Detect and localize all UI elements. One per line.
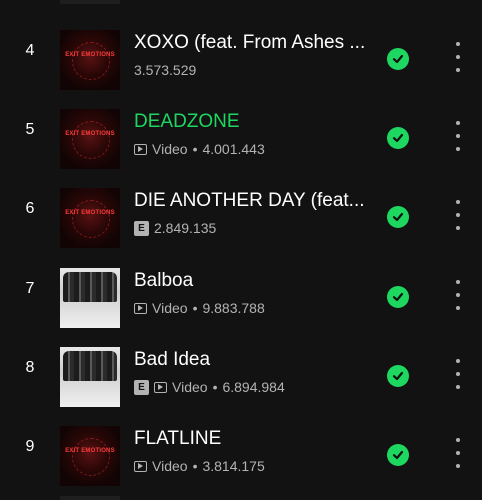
more-options-icon[interactable] — [452, 438, 464, 468]
video-icon — [134, 302, 147, 314]
meta-separator: • — [212, 379, 218, 395]
album-art — [60, 347, 120, 407]
next-track-art-edge — [60, 496, 120, 500]
track-row[interactable]: 6 EXIT EMOTIONS DIE ANOTHER DAY (feat...… — [0, 170, 482, 250]
track-number: 5 — [25, 121, 35, 138]
band-photo — [63, 351, 117, 381]
more-options-icon[interactable] — [452, 42, 464, 72]
downloaded-check-icon[interactable] — [387, 48, 409, 70]
downloaded-check-icon[interactable] — [387, 286, 409, 308]
play-count: 3.573.529 — [134, 62, 197, 78]
more-options-icon[interactable] — [452, 200, 464, 230]
downloaded-check-icon[interactable] — [387, 206, 409, 228]
track-row[interactable]: 9 EXIT EMOTIONS FLATLINE Video • 3.814.1… — [0, 408, 482, 488]
play-count: 4.001.443 — [202, 141, 265, 157]
previous-track-art-edge — [60, 0, 120, 4]
track-meta: Video • 3.814.175 — [134, 458, 265, 474]
track-number: 4 — [25, 42, 35, 59]
album-art: EXIT EMOTIONS — [60, 109, 120, 169]
band-photo — [63, 272, 117, 302]
track-meta: Video • 4.001.443 — [134, 141, 265, 157]
track-number: 7 — [25, 280, 35, 297]
cover-brand-text: EXIT EMOTIONS — [65, 448, 115, 454]
cover-brand-text: EXIT EMOTIONS — [65, 210, 115, 216]
track-meta: Video • 9.883.788 — [134, 300, 265, 316]
downloaded-check-icon[interactable] — [387, 444, 409, 466]
video-icon — [154, 381, 167, 393]
track-number: 8 — [25, 359, 35, 376]
track-meta: 3.573.529 — [134, 62, 196, 78]
video-icon — [134, 143, 147, 155]
explicit-badge: E — [134, 220, 149, 236]
track-row[interactable]: 7 Balboa Video • 9.883.788 — [0, 250, 482, 330]
video-label: Video — [172, 379, 208, 395]
track-title[interactable]: FLATLINE — [134, 428, 374, 450]
track-title[interactable]: Bad Idea — [134, 349, 374, 371]
downloaded-check-icon[interactable] — [387, 127, 409, 149]
video-label: Video — [152, 300, 188, 316]
explicit-badge: E — [134, 379, 149, 395]
video-label: Video — [152, 141, 188, 157]
album-art: EXIT EMOTIONS — [60, 426, 120, 486]
cover-scribble — [72, 42, 110, 80]
track-number: 6 — [25, 200, 35, 217]
play-count: 2.849.135 — [154, 220, 217, 236]
downloaded-check-icon[interactable] — [387, 365, 409, 387]
album-art — [60, 268, 120, 328]
video-icon — [134, 460, 147, 472]
track-row[interactable]: 5 EXIT EMOTIONS DEADZONE Video • 4.001.4… — [0, 91, 482, 171]
more-options-icon[interactable] — [452, 280, 464, 310]
track-meta: E Video • 6.894.984 — [134, 379, 285, 395]
video-label: Video — [152, 458, 188, 474]
play-count: 9.883.788 — [202, 300, 265, 316]
cover-brand-text: EXIT EMOTIONS — [65, 52, 115, 58]
meta-separator: • — [192, 141, 198, 157]
cover-scribble — [72, 438, 110, 476]
more-options-icon[interactable] — [452, 359, 464, 389]
track-title[interactable]: DIE ANOTHER DAY (feat... — [134, 190, 374, 212]
cover-brand-text: EXIT EMOTIONS — [65, 131, 115, 137]
meta-separator: • — [192, 300, 198, 316]
track-title[interactable]: DEADZONE — [134, 111, 374, 133]
more-options-icon[interactable] — [452, 121, 464, 151]
track-title[interactable]: XOXO (feat. From Ashes ... — [134, 32, 374, 54]
track-row[interactable]: 8 Bad Idea E Video • 6.894.984 — [0, 329, 482, 409]
album-art: EXIT EMOTIONS — [60, 30, 120, 90]
track-row[interactable]: 4 EXIT EMOTIONS XOXO (feat. From Ashes .… — [0, 12, 482, 92]
track-meta: E 2.849.135 — [134, 220, 216, 236]
cover-scribble — [72, 121, 110, 159]
play-count: 6.894.984 — [222, 379, 285, 395]
track-title[interactable]: Balboa — [134, 270, 374, 292]
track-number: 9 — [25, 438, 35, 455]
meta-separator: • — [192, 458, 198, 474]
album-art: EXIT EMOTIONS — [60, 188, 120, 248]
play-count: 3.814.175 — [202, 458, 265, 474]
cover-scribble — [72, 200, 110, 238]
